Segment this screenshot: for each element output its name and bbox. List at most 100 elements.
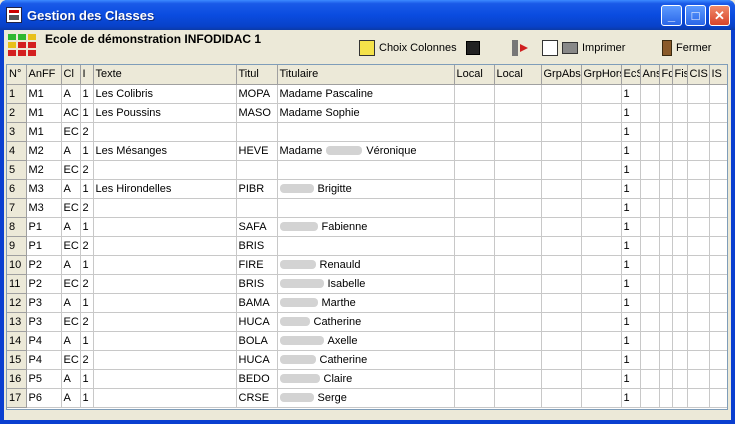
cell-fis[interactable]	[672, 217, 688, 237]
cell-fis[interactable]	[672, 122, 688, 142]
cell-ans[interactable]	[640, 312, 660, 332]
cell-fd[interactable]	[659, 369, 673, 389]
cell-anff[interactable]: P4	[26, 350, 62, 370]
title-bar[interactable]: Gestion des Classes _ □ ✕	[0, 0, 735, 30]
cell-i[interactable]: 1	[80, 331, 94, 351]
cell-texte[interactable]	[93, 217, 237, 237]
cell-n[interactable]: 13	[7, 312, 27, 332]
cell-i[interactable]: 1	[80, 293, 94, 313]
table-row[interactable]: 17 P6 A 1 CRSE Serge 1	[7, 388, 727, 408]
column-header[interactable]: IS	[709, 65, 727, 85]
cell-local1[interactable]	[454, 255, 495, 275]
cell-local1[interactable]	[454, 198, 495, 218]
cell-ecs[interactable]: 1	[621, 350, 641, 370]
cell-grpabs[interactable]	[541, 141, 582, 161]
cell-cl[interactable]: EC	[61, 274, 81, 294]
cell-local2[interactable]	[494, 160, 542, 180]
cell-i[interactable]: 2	[80, 160, 94, 180]
cell-local2[interactable]	[494, 217, 542, 237]
cell-titulaire[interactable]: Madame Sophie	[277, 103, 455, 123]
cell-cis[interactable]	[687, 103, 710, 123]
cell-titul[interactable]: FIRE	[236, 255, 278, 275]
cell-grphors[interactable]	[581, 217, 622, 237]
cell-n[interactable]: 16	[7, 369, 27, 389]
cell-fd[interactable]	[659, 103, 673, 123]
cell-cl[interactable]: A	[61, 255, 81, 275]
cell-fis[interactable]	[672, 312, 688, 332]
close-button[interactable]: Fermer	[662, 40, 711, 56]
cell-texte[interactable]	[93, 236, 237, 256]
cell-grphors[interactable]	[581, 369, 622, 389]
cell-local2[interactable]	[494, 293, 542, 313]
cell-fis[interactable]	[672, 293, 688, 313]
cell-grpabs[interactable]	[541, 84, 582, 104]
cell-cl[interactable]: A	[61, 179, 81, 199]
cell-ecs[interactable]: 1	[621, 331, 641, 351]
cell-i[interactable]: 1	[80, 369, 94, 389]
cell-cl[interactable]: AC	[61, 103, 81, 123]
maximize-button[interactable]: □	[685, 5, 706, 26]
cell-ans[interactable]	[640, 293, 660, 313]
cell-n[interactable]: 11	[7, 274, 27, 294]
cell-grphors[interactable]	[581, 141, 622, 161]
cell-cl[interactable]: EC	[61, 122, 81, 142]
cell-ans[interactable]	[640, 141, 660, 161]
cell-local2[interactable]	[494, 350, 542, 370]
column-header[interactable]: Cl	[61, 65, 81, 85]
cell-is[interactable]	[709, 122, 727, 142]
cell-local1[interactable]	[454, 122, 495, 142]
cell-grphors[interactable]	[581, 236, 622, 256]
cell-ans[interactable]	[640, 103, 660, 123]
cell-titul[interactable]: MOPA	[236, 84, 278, 104]
cell-i[interactable]: 1	[80, 255, 94, 275]
cell-cl[interactable]: A	[61, 369, 81, 389]
cell-fis[interactable]	[672, 274, 688, 294]
cell-ecs[interactable]: 1	[621, 255, 641, 275]
cell-ans[interactable]	[640, 274, 660, 294]
table-row[interactable]: 12 P3 A 1 BAMA Marthe 1	[7, 293, 727, 313]
cell-anff[interactable]: P5	[26, 369, 62, 389]
cell-anff[interactable]: M1	[26, 122, 62, 142]
table-row[interactable]: 14 P4 A 1 BOLA Axelle 1	[7, 331, 727, 351]
cell-is[interactable]	[709, 255, 727, 275]
cell-fd[interactable]	[659, 122, 673, 142]
cell-texte[interactable]	[93, 255, 237, 275]
cell-local2[interactable]	[494, 103, 542, 123]
cell-fd[interactable]	[659, 179, 673, 199]
column-header[interactable]: N°	[7, 65, 27, 85]
cell-fis[interactable]	[672, 160, 688, 180]
cell-ans[interactable]	[640, 236, 660, 256]
cell-cis[interactable]	[687, 236, 710, 256]
column-header[interactable]: AnFF	[26, 65, 62, 85]
cell-ecs[interactable]: 1	[621, 217, 641, 237]
cell-n[interactable]: 2	[7, 103, 27, 123]
cell-grpabs[interactable]	[541, 160, 582, 180]
print-preview-button[interactable]	[542, 40, 562, 56]
cell-is[interactable]	[709, 217, 727, 237]
cell-anff[interactable]: M2	[26, 141, 62, 161]
cell-cl[interactable]: A	[61, 388, 81, 408]
cell-fd[interactable]	[659, 141, 673, 161]
cell-ecs[interactable]: 1	[621, 160, 641, 180]
cell-titul[interactable]: HUCA	[236, 350, 278, 370]
cell-grphors[interactable]	[581, 160, 622, 180]
cell-local2[interactable]	[494, 255, 542, 275]
cell-cl[interactable]: A	[61, 84, 81, 104]
cell-titul[interactable]	[236, 160, 278, 180]
cell-grphors[interactable]	[581, 274, 622, 294]
cell-n[interactable]: 1	[7, 84, 27, 104]
table-row[interactable]: 10 P2 A 1 FIRE Renauld 1	[7, 255, 727, 275]
cell-is[interactable]	[709, 388, 727, 408]
cell-grpabs[interactable]	[541, 350, 582, 370]
cell-anff[interactable]: M3	[26, 179, 62, 199]
classes-grid[interactable]: N° AnFF Cl I Texte Titul Titulaire Local Local Gr…	[6, 64, 728, 410]
cell-anff[interactable]: M1	[26, 84, 62, 104]
table-row[interactable]: 16 P5 A 1 BEDO Claire 1	[7, 369, 727, 389]
cell-grphors[interactable]	[581, 255, 622, 275]
cell-i[interactable]: 1	[80, 179, 94, 199]
cell-anff[interactable]: P1	[26, 217, 62, 237]
cell-i[interactable]: 1	[80, 217, 94, 237]
cell-is[interactable]	[709, 312, 727, 332]
cell-ans[interactable]	[640, 122, 660, 142]
cell-ans[interactable]	[640, 198, 660, 218]
